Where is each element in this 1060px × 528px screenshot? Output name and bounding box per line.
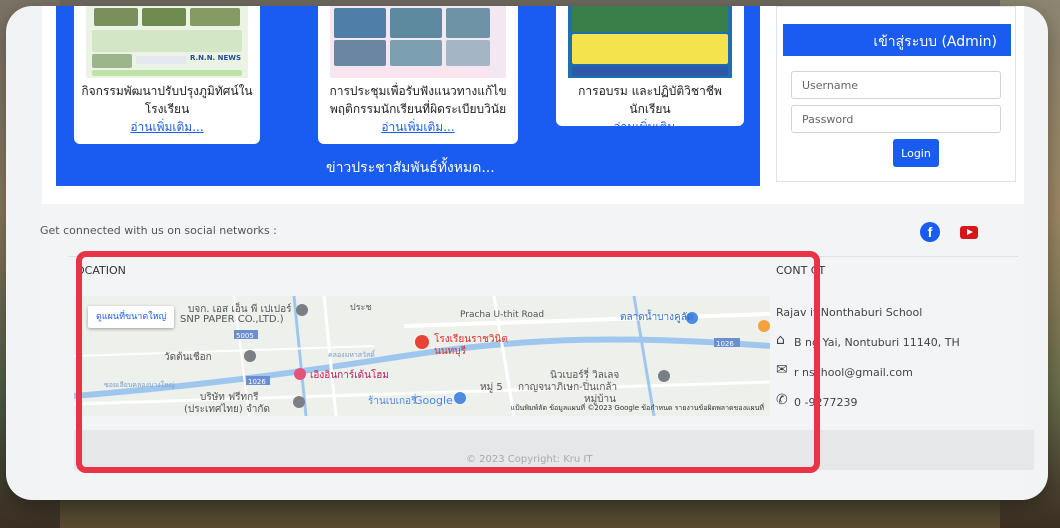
social-networks-text: Get connected with us on social networks… [40, 224, 277, 237]
news-title-line: โรงเรียน [144, 102, 190, 116]
news-title-line: การประชุมเพื่อรับฟังแนวทางแก้ไข [329, 84, 507, 98]
login-title: เข้าสู่ระบบ (Admin) [783, 24, 1011, 56]
news-thumbnail: R.N.N. NEWS [86, 6, 248, 78]
news-card[interactable]: การอบรม และปฏิบัติวิชาชีพนักเรียน อ่านเพ… [556, 6, 744, 134]
browser-page: R.N.N. NEWS กิจกรรมพัฒนาปรับปรุงภูมิทัศน… [6, 6, 1048, 500]
read-more-link[interactable]: อ่านเพิ่มเติม... [562, 118, 738, 136]
thumb-caption: R.N.N. NEWS [190, 54, 242, 62]
news-title-line: พฤติกรรมนักเรียนที่ผิดระเบียบวินัย [329, 102, 507, 116]
news-card[interactable]: R.N.N. NEWS กิจกรรมพัฒนาปรับปรุงภูมิทัศน… [74, 6, 260, 144]
news-title-line: กิจกรรมพัฒนาปรับปรุงภูมิทัศน์ใน [81, 84, 253, 98]
facebook-icon[interactable]: f [920, 222, 940, 242]
news-thumbnail [330, 6, 506, 78]
username-input[interactable] [791, 71, 1001, 99]
news-title: การประชุมเพื่อรับฟังแนวทางแก้ไข พฤติกรรม… [324, 82, 512, 136]
youtube-icon[interactable] [960, 226, 978, 239]
news-card[interactable]: การประชุมเพื่อรับฟังแนวทางแก้ไข พฤติกรรม… [318, 6, 518, 144]
news-section: R.N.N. NEWS กิจกรรมพัฒนาปรับปรุงภูมิทัศน… [56, 6, 760, 186]
all-news-link[interactable]: ข่าวประชาสัมพันธ์ทั้งหมด... [326, 157, 495, 179]
news-title-line: การอบรม และปฏิบัติวิชาชีพนักเรียน [578, 84, 722, 116]
admin-login-panel: เข้าสู่ระบบ (Admin) Login [776, 6, 1016, 182]
login-button[interactable]: Login [893, 139, 939, 167]
news-title: กิจกรรมพัฒนาปรับปรุงภูมิทัศน์ใน โรงเรียน… [80, 82, 254, 136]
news-title: การอบรม และปฏิบัติวิชาชีพนักเรียน อ่านเพ… [562, 82, 738, 136]
read-more-link[interactable]: อ่านเพิ่มเติม... [324, 118, 512, 136]
password-input[interactable] [791, 105, 1001, 133]
highlight-annotation-box [76, 251, 820, 473]
news-thumbnail [568, 6, 732, 78]
read-more-link[interactable]: อ่านเพิ่มเติม... [80, 118, 254, 136]
